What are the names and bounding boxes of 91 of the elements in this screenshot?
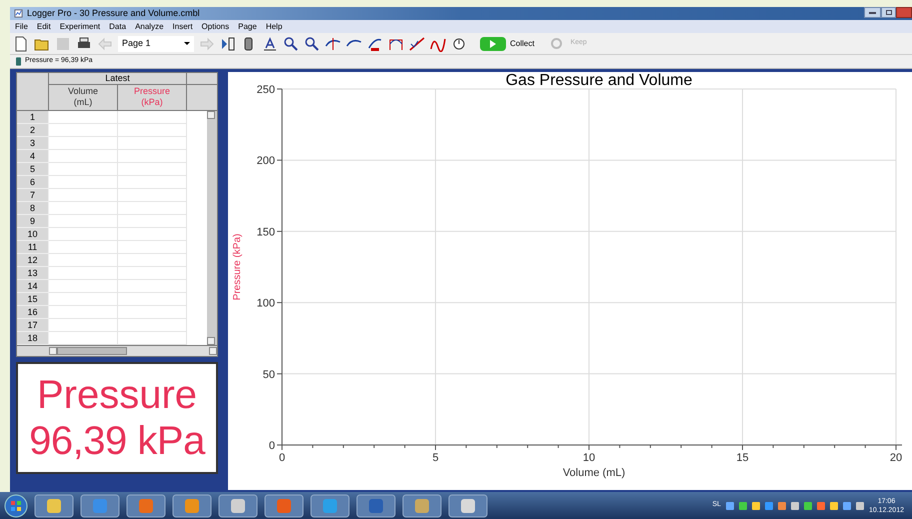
maximize-button[interactable] <box>881 7 896 18</box>
table-cell <box>49 176 118 189</box>
row-number: 13 <box>17 267 49 280</box>
row-number: 6 <box>17 176 49 189</box>
meter-value: 96,39 kPa <box>29 418 205 464</box>
y-tick-label: 0 <box>268 440 275 452</box>
linear-fit-icon[interactable] <box>409 36 425 52</box>
row-number: 1 <box>17 111 49 124</box>
new-file-icon[interactable] <box>13 36 29 52</box>
menu-item[interactable]: File <box>15 22 28 30</box>
menu-item[interactable]: Analyze <box>135 22 164 30</box>
row-number: 16 <box>17 306 49 319</box>
x-tick-label: 15 <box>736 452 749 464</box>
taskbar-app-icon[interactable] <box>218 494 258 518</box>
row-number: 4 <box>17 150 49 163</box>
row-number: 2 <box>17 124 49 137</box>
meter-label: Pressure <box>36 372 198 418</box>
y-tick-label: 100 <box>256 298 275 310</box>
menu-item[interactable]: Insert <box>172 22 193 30</box>
row-number: 9 <box>17 215 49 228</box>
table-cell <box>49 150 118 163</box>
y-tick-label: 150 <box>256 226 275 238</box>
row-number: 3 <box>17 137 49 150</box>
play-bar-icon[interactable] <box>220 36 236 52</box>
taskbar-app-icon[interactable] <box>126 494 166 518</box>
x-tick-label: 10 <box>582 452 596 464</box>
row-number: 10 <box>17 228 49 241</box>
taskbar-app-icon[interactable] <box>310 494 350 518</box>
vertical-scrollbar[interactable] <box>207 111 217 345</box>
menu-item[interactable]: Page <box>238 22 257 30</box>
sensor-icon <box>16 57 21 66</box>
horizontal-scrollbar[interactable] <box>49 346 217 356</box>
y-tick-label: 50 <box>262 368 275 381</box>
row-number: 18 <box>17 332 49 345</box>
table-cell <box>49 124 118 137</box>
zoom-in-icon[interactable] <box>283 36 299 52</box>
row-number: 12 <box>17 254 49 267</box>
menu-item[interactable]: Data <box>109 22 126 30</box>
x-axis-label: Volume (mL) <box>562 467 626 479</box>
table-cell <box>49 280 118 293</box>
autoscale-icon[interactable] <box>262 36 278 52</box>
table-cell <box>49 306 118 319</box>
row-number: 15 <box>17 293 49 306</box>
y-tick-label: 250 <box>256 84 275 96</box>
menu-item[interactable]: Help <box>266 22 282 30</box>
row-number: 5 <box>17 163 49 176</box>
table-cell <box>49 163 118 176</box>
window-title: Logger Pro - 30 Pressure and Volume.cmbl <box>27 9 200 18</box>
row-number: 14 <box>17 280 49 293</box>
examine-icon[interactable] <box>325 36 341 52</box>
table-cell <box>49 202 118 215</box>
table-cell <box>49 267 118 280</box>
zoom-out-icon[interactable] <box>304 36 320 52</box>
taskbar-app-icon[interactable] <box>80 494 120 518</box>
taskbar-app-icon[interactable] <box>448 494 488 518</box>
table-cell <box>49 215 118 228</box>
column-group-header: Latest <box>49 73 187 84</box>
row-number: 8 <box>17 202 49 215</box>
table-cell <box>49 254 118 267</box>
menu-item[interactable]: Experiment <box>60 22 100 30</box>
taskbar-app-icon[interactable] <box>34 494 74 518</box>
y-tick-label: 200 <box>256 155 275 168</box>
menu-item[interactable]: Options <box>202 22 230 30</box>
x-tick-label: 5 <box>432 452 439 464</box>
taskbar-app-icon[interactable] <box>356 494 396 518</box>
table-cell <box>49 111 118 124</box>
minimize-button[interactable] <box>864 7 881 18</box>
table-cell <box>49 228 118 241</box>
start-button[interactable] <box>4 494 28 518</box>
x-tick-label: 0 <box>278 452 286 464</box>
taskbar-app-icon[interactable] <box>402 494 442 518</box>
collect-button[interactable]: Collect <box>480 36 534 50</box>
taskbar-app-icon[interactable] <box>172 494 212 518</box>
row-number: 17 <box>17 319 49 332</box>
y-axis-label: Pressure (kPa) <box>232 234 243 300</box>
row-number: 7 <box>17 189 49 202</box>
app-icon <box>14 9 23 18</box>
table-cell <box>49 319 118 332</box>
table-cell <box>49 189 118 202</box>
taskbar-app-icon[interactable] <box>264 494 304 518</box>
stopwatch-icon[interactable] <box>451 36 467 52</box>
column-header[interactable]: Volume (mL) <box>49 85 118 110</box>
menu-item[interactable]: Edit <box>36 22 51 30</box>
chart-title: Gas Pressure and Volume <box>506 72 692 89</box>
table-cell <box>49 241 118 254</box>
page-select[interactable]: Page 1 <box>118 36 194 52</box>
table-cell <box>49 137 118 150</box>
row-number: 11 <box>17 241 49 254</box>
x-tick-label: 20 <box>890 452 902 464</box>
table-cell <box>49 332 118 345</box>
table-cell <box>49 293 118 306</box>
